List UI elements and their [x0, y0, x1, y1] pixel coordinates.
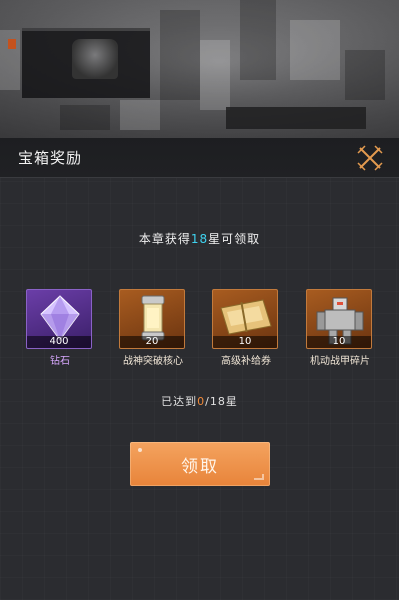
close-button[interactable]: [357, 145, 383, 171]
reward-icon-frame: 20: [119, 289, 185, 349]
dialog-header: 宝箱奖励: [0, 138, 399, 178]
reward-list: 400 钻石 20 战神突破核心 10 高级补给券 10 机动战甲碎片: [0, 289, 399, 369]
reward-item-supply-ticket[interactable]: 10 高级补给券: [212, 289, 280, 367]
chest-reward-dialog: 宝箱奖励 本章获得18星可领取 400 钻石 20 战神突破核心 10 高级补给…: [0, 138, 399, 600]
reward-icon-frame: 400: [26, 289, 92, 349]
button-corner-decoration: [254, 474, 264, 480]
close-icon: [357, 145, 383, 171]
reward-name: 战神突破核心: [123, 356, 183, 367]
stage-preview-panel: [8, 28, 150, 98]
background-city-scene: [0, 0, 399, 138]
reached-suffix: /18星: [205, 395, 238, 408]
reward-name: 高级补给券: [221, 356, 271, 367]
reward-count: 20: [120, 336, 184, 348]
reward-count: 10: [213, 336, 277, 348]
reward-name: 钻石: [50, 356, 70, 367]
reward-item-mech-fragment[interactable]: 10 机动战甲碎片: [306, 289, 374, 367]
reward-item-core[interactable]: 20 战神突破核心: [119, 289, 187, 367]
reward-count: 400: [27, 336, 91, 348]
reward-count: 10: [307, 336, 371, 348]
chapter-star-progress: 本章获得18星可领取: [0, 230, 399, 247]
reached-prefix: 已达到: [161, 395, 198, 408]
progress-stars: 18: [190, 232, 209, 246]
progress-suffix: 星可领取: [208, 232, 261, 246]
reward-name: 机动战甲碎片: [310, 356, 370, 367]
reward-icon-frame: 10: [306, 289, 372, 349]
dialog-title: 宝箱奖励: [18, 149, 83, 167]
reward-icon-frame: 10: [212, 289, 278, 349]
stage-marker-icon: [8, 39, 16, 49]
stage-label-box: [226, 107, 366, 129]
reward-item-diamond[interactable]: 400 钻石: [26, 289, 94, 367]
claim-button-label: 领取: [181, 457, 219, 477]
reached-current: 0: [197, 395, 206, 408]
progress-prefix: 本章获得: [138, 232, 191, 246]
claim-button[interactable]: 领取: [130, 442, 270, 486]
stars-reached: 已达到0/18星: [0, 393, 399, 409]
mech-preview-icon: [72, 39, 118, 79]
